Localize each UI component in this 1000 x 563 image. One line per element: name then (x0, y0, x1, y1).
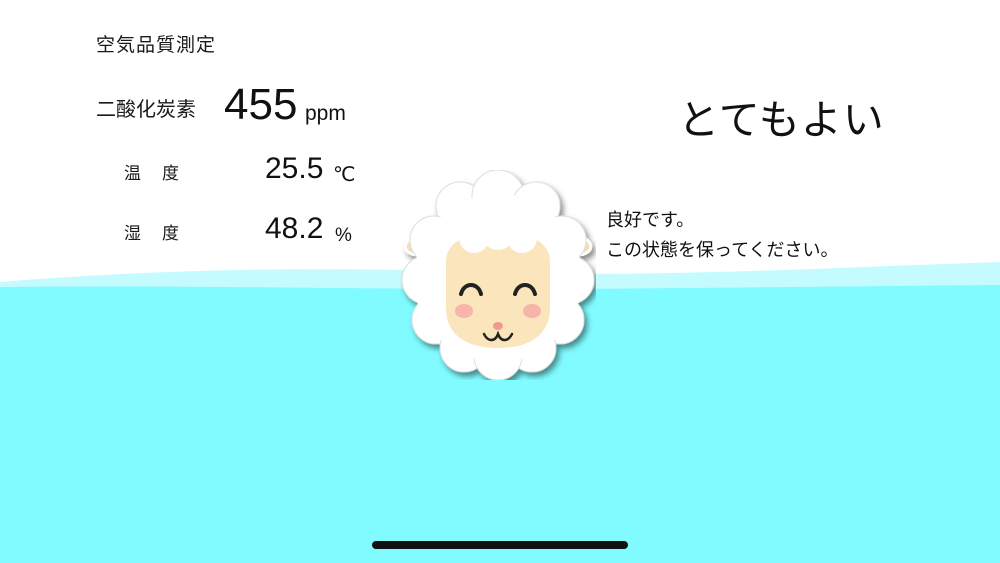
left-cheek (455, 304, 473, 318)
humidity-value: 48.2 (265, 212, 324, 245)
co2-label: 二酸化炭素 (96, 97, 196, 121)
co2-unit: ppm (305, 102, 346, 125)
temperature-label: 温 度 (124, 164, 181, 184)
temperature-value: 25.5 (265, 152, 324, 185)
smiling-sheep-icon (401, 170, 595, 380)
humidity-unit: % (335, 225, 352, 246)
home-indicator[interactable] (372, 541, 628, 549)
status-label: とてもよい (678, 96, 885, 144)
co2-value: 455 (224, 80, 298, 129)
app-title: 空気品質測定 (96, 34, 217, 56)
status-message: 良好です。 この状態を保ってください。 (606, 206, 839, 266)
humidity-label: 湿 度 (124, 224, 181, 244)
temperature-unit: ℃ (333, 164, 356, 186)
status-message-line-1: 良好です。 (606, 210, 695, 231)
nose (493, 322, 503, 330)
status-message-line-2: この状態を保ってください。 (606, 240, 839, 261)
right-cheek (523, 304, 541, 318)
